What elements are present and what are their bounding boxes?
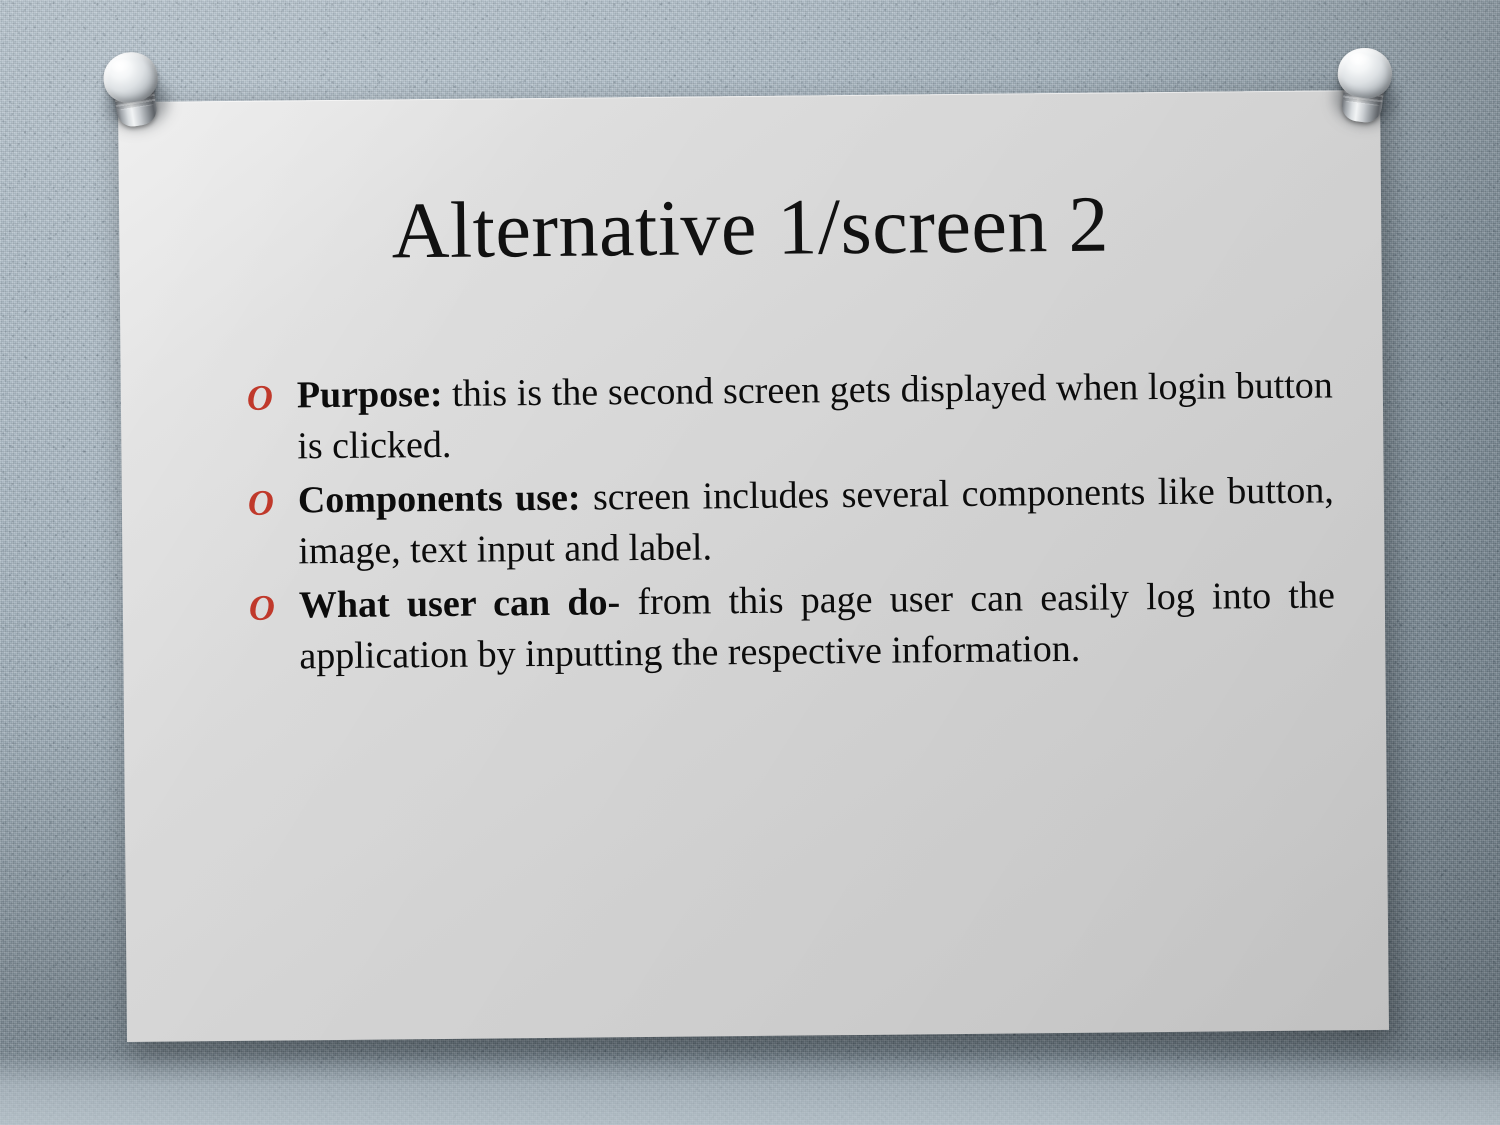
list-item: O What user can do- from this page user …	[245, 571, 1336, 683]
list-item-lead: Purpose:	[296, 372, 443, 417]
list-item-text: Purpose: this is the second screen gets …	[297, 360, 1334, 471]
list-item-text: Components use: screen includes several …	[298, 465, 1335, 576]
list-item-lead: Components use:	[297, 476, 581, 522]
page-title: Alternative 1/screen 2	[391, 180, 1110, 276]
list-item-body: this is the second screen gets displayed…	[297, 364, 1334, 467]
ring-o-bullet-icon: O	[246, 377, 274, 418]
list-item-text: What user can do- from this page user ca…	[299, 571, 1336, 682]
ring-o-bullet-icon: O	[247, 482, 275, 523]
bullet-list: O Purpose: this is the second screen get…	[243, 360, 1336, 686]
top-left-pushpin	[90, 47, 178, 140]
background-bottom-highlight	[0, 1053, 1500, 1125]
slide-canvas: Alternative 1/screen 2 O Purpose: this i…	[0, 0, 1500, 1125]
list-item: O Purpose: this is the second screen get…	[243, 360, 1334, 472]
list-item-lead: What user can do-	[298, 581, 621, 627]
top-right-pushpin	[1321, 44, 1406, 135]
list-item: O Components use: screen includes severa…	[244, 465, 1335, 577]
slide-content: Alternative 1/screen 2 O Purpose: this i…	[118, 90, 1389, 1042]
ring-o-bullet-icon: O	[248, 587, 276, 628]
